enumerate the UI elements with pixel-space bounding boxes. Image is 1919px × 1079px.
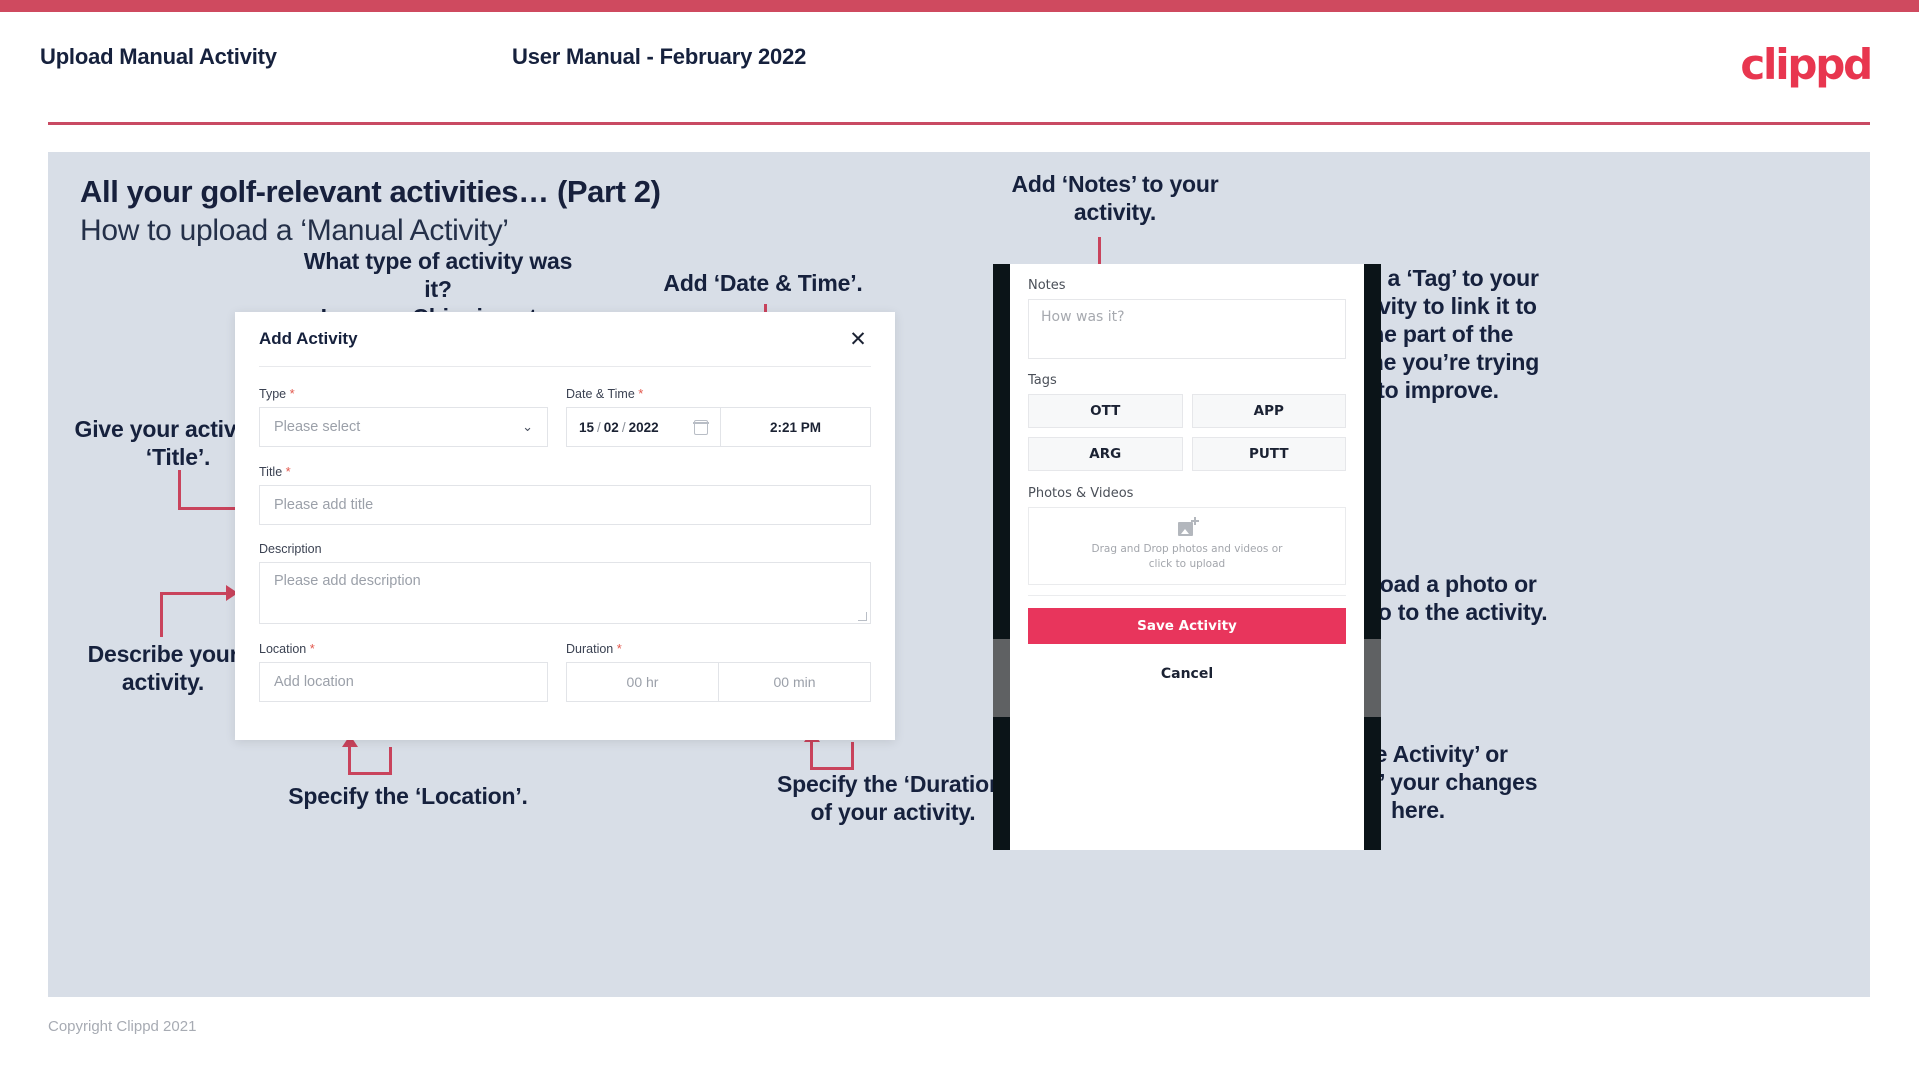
- annotation-location-line-v1: [348, 742, 351, 774]
- phone-bezel-right-accent: [1364, 639, 1381, 717]
- phone-bezel-right: [1364, 264, 1381, 850]
- dialog-title: Add Activity: [259, 329, 358, 348]
- phone-divider: [1028, 595, 1346, 596]
- field-location: Location * Add location: [259, 641, 548, 702]
- title-input[interactable]: Please add title: [259, 485, 871, 525]
- tag-ott[interactable]: OTT: [1028, 394, 1183, 428]
- save-activity-button[interactable]: Save Activity: [1028, 608, 1346, 644]
- header-divider: [48, 122, 1870, 125]
- field-duration: Duration * 00 hr 00 min: [566, 641, 871, 702]
- annotation-datetime: Add ‘Date & Time’.: [663, 270, 863, 296]
- add-image-icon: [1177, 516, 1199, 536]
- tag-arg[interactable]: ARG: [1028, 437, 1183, 471]
- duration-minutes-input[interactable]: 00 min: [719, 662, 871, 702]
- datetime-label: Date & Time *: [566, 386, 871, 401]
- close-icon[interactable]: ✕: [845, 326, 871, 352]
- duration-inputs: 00 hr 00 min: [566, 662, 871, 702]
- dropzone-line2: click to upload: [1148, 558, 1226, 570]
- add-activity-dialog: Add Activity ✕ Type * Please select ⌄ Da…: [235, 312, 895, 740]
- date-year: 2022: [628, 419, 659, 435]
- type-placeholder: Please select: [274, 419, 361, 435]
- type-select[interactable]: Please select ⌄: [259, 407, 548, 447]
- phone-dropzone-text: Drag and Drop photos and videos or click…: [1092, 542, 1283, 572]
- phone-bezel-left-accent: [993, 639, 1010, 717]
- phone-screen: Notes How was it? Tags OTT APP ARG PUTT …: [1010, 264, 1364, 850]
- location-input[interactable]: Add location: [259, 662, 548, 702]
- phone-tags-grid: OTT APP ARG PUTT: [1028, 394, 1346, 471]
- footer-copyright: Copyright Clippd 2021: [48, 1018, 197, 1035]
- page-title: Upload Manual Activity: [40, 44, 277, 69]
- required-asterisk: *: [285, 464, 291, 479]
- field-title: Title * Please add title: [259, 464, 871, 525]
- phone-notes-input[interactable]: How was it?: [1028, 299, 1346, 359]
- duration-hours-input[interactable]: 00 hr: [566, 662, 719, 702]
- time-input[interactable]: 2:21 PM: [721, 407, 871, 447]
- annotation-duration-line-h: [810, 767, 854, 770]
- title-label-text: Title: [259, 465, 283, 479]
- dialog-divider: [259, 366, 871, 367]
- location-label: Location *: [259, 641, 548, 656]
- annotation-duration-line-v2: [851, 742, 854, 769]
- type-label-text: Type: [259, 387, 287, 401]
- description-label: Description: [259, 542, 322, 556]
- field-description: Description Please add description: [259, 542, 871, 624]
- top-accent-bar: [0, 0, 1919, 12]
- duration-label: Duration *: [566, 641, 871, 656]
- required-asterisk: *: [289, 386, 295, 401]
- phone-notes-label: Notes: [1028, 278, 1066, 293]
- slide-subheading: How to upload a ‘Manual Activity’: [80, 214, 509, 247]
- slide-canvas: All your golf-relevant activities… (Part…: [48, 152, 1870, 997]
- annotation-location: Specify the ‘Location’.: [288, 783, 528, 809]
- annotation-description-line-v: [160, 592, 163, 637]
- dropzone-line1: Drag and Drop photos and videos or: [1091, 542, 1283, 555]
- date-day: 15: [579, 419, 595, 435]
- clippd-logo: clippd: [1740, 40, 1873, 89]
- phone-tags-label: Tags: [1028, 373, 1057, 388]
- required-asterisk: *: [309, 641, 315, 656]
- annotation-title-line-h: [178, 507, 238, 510]
- page-subtitle: User Manual - February 2022: [512, 44, 807, 69]
- chevron-down-icon: ⌄: [522, 419, 533, 434]
- row-type-datetime: Type * Please select ⌄ Date & Time * 15 …: [259, 386, 871, 447]
- row-location-duration: Location * Add location Duration * 00 hr…: [259, 641, 871, 702]
- field-type: Type * Please select ⌄: [259, 386, 548, 447]
- tag-app[interactable]: APP: [1191, 394, 1346, 428]
- phone-mockup: Notes How was it? Tags OTT APP ARG PUTT …: [993, 264, 1381, 850]
- annotation-location-line-h: [348, 772, 392, 775]
- dialog-header: Add Activity ✕: [235, 312, 895, 366]
- type-label: Type *: [259, 386, 548, 401]
- datetime-inputs: 15/02/2022 2:21 PM: [566, 407, 871, 447]
- annotation-notes: Add ‘Notes’ to your activity.: [1011, 171, 1219, 226]
- dialog-body: Type * Please select ⌄ Date & Time * 15 …: [235, 366, 895, 702]
- phone-photos-label: Photos & Videos: [1028, 486, 1134, 501]
- title-label: Title *: [259, 464, 871, 479]
- required-asterisk: *: [638, 386, 644, 401]
- annotation-title-line-v: [178, 470, 181, 510]
- required-asterisk: *: [616, 641, 622, 656]
- phone-bezel-left: [993, 264, 1010, 850]
- phone-dropzone[interactable]: Drag and Drop photos and videos or click…: [1028, 507, 1346, 585]
- tag-putt[interactable]: PUTT: [1191, 437, 1346, 471]
- annotation-location-line-v2: [389, 747, 392, 773]
- calendar-icon[interactable]: [693, 419, 709, 435]
- field-datetime: Date & Time * 15/02/2022 2:21 PM: [566, 386, 871, 447]
- description-textarea[interactable]: Please add description: [259, 562, 871, 624]
- datetime-label-text: Date & Time: [566, 387, 635, 401]
- location-label-text: Location: [259, 642, 307, 656]
- cancel-button[interactable]: Cancel: [1028, 666, 1346, 682]
- slide-page: Upload Manual Activity User Manual - Feb…: [0, 0, 1919, 1079]
- date-input[interactable]: 15/02/2022: [566, 407, 721, 447]
- annotation-description-line-h: [160, 592, 227, 595]
- duration-label-text: Duration: [566, 642, 614, 656]
- date-value: 15/02/2022: [579, 419, 659, 435]
- slide-heading: All your golf-relevant activities… (Part…: [80, 174, 661, 209]
- date-month: 02: [603, 419, 619, 435]
